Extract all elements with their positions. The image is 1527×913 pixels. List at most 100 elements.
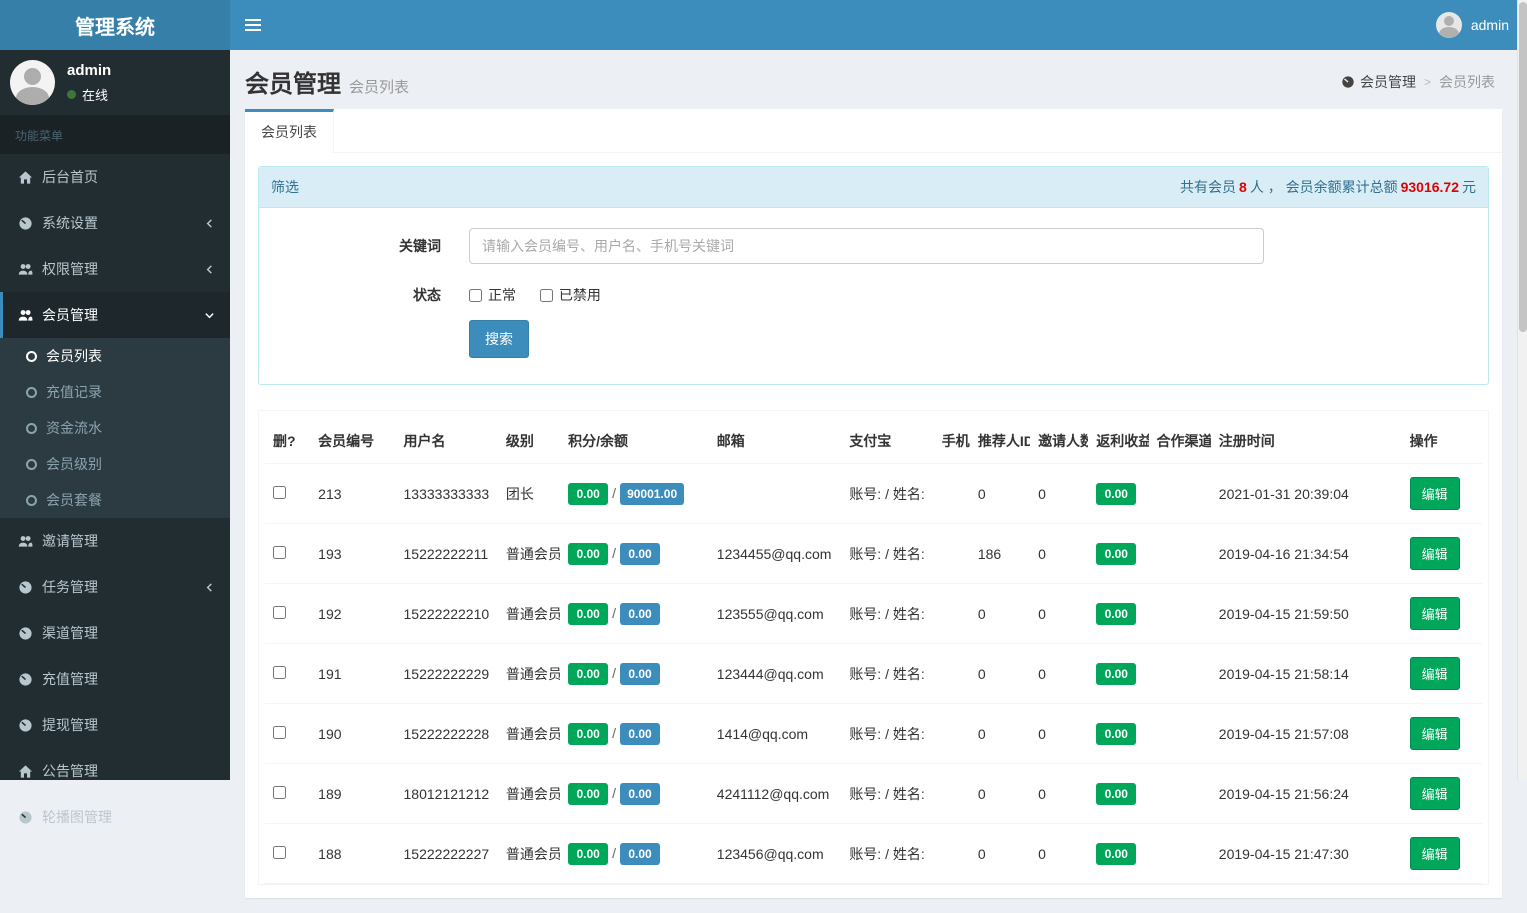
balance-badge: 90001.00 [620, 483, 684, 505]
submenu-item-fund-flow[interactable]: 资金流水 [0, 410, 230, 446]
chevron-left-icon [204, 218, 215, 229]
home-icon [18, 170, 33, 185]
member-id-cell: 193 [310, 524, 395, 584]
rebate-cell: 0.00 [1088, 644, 1148, 704]
member-summary: 共有会员8人 ， 会员余额累计总额93016.72元 [1180, 177, 1476, 197]
points-balance-cell: 0.00/0.00 [560, 704, 709, 764]
edit-button[interactable]: 编辑 [1410, 477, 1460, 510]
user-avatar [10, 60, 55, 105]
col-email: 邮箱 [709, 419, 842, 464]
phone-cell [934, 824, 970, 884]
submenu-item-recharge-records[interactable]: 充值记录 [0, 374, 230, 410]
points-badge: 0.00 [568, 663, 608, 685]
col-level: 级别 [498, 419, 560, 464]
sidebar-item-channels[interactable]: 渠道管理 [0, 610, 230, 656]
rebate-badge: 0.00 [1096, 783, 1136, 805]
balance-badge: 0.00 [620, 603, 660, 625]
channel-cell [1149, 824, 1211, 884]
row-checkbox[interactable] [273, 846, 286, 859]
edit-button[interactable]: 编辑 [1410, 657, 1460, 690]
search-button[interactable]: 搜索 [469, 320, 529, 358]
invite-count-cell: 0 [1030, 824, 1088, 884]
member-id-cell: 188 [310, 824, 395, 884]
channel-cell [1149, 584, 1211, 644]
sidebar-item-dashboard[interactable]: 后台首页 [0, 154, 230, 200]
tab-member-list[interactable]: 会员列表 [245, 109, 334, 153]
col-phone: 手机 [934, 419, 970, 464]
submenu-item-member-level[interactable]: 会员级别 [0, 446, 230, 482]
edit-button[interactable]: 编辑 [1410, 717, 1460, 750]
row-checkbox[interactable] [273, 666, 286, 679]
edit-button[interactable]: 编辑 [1410, 537, 1460, 570]
vertical-scrollbar[interactable] [1517, 0, 1527, 780]
edit-button[interactable]: 编辑 [1410, 777, 1460, 810]
invite-count-cell: 0 [1030, 584, 1088, 644]
sidebar-toggle-button[interactable] [230, 0, 276, 50]
member-table-box: 删? 会员编号 用户名 级别 积分/余额 邮箱 支付宝 手机 推荐人ID 邀请人… [258, 410, 1489, 885]
sidebar-menu-header: 功能菜单 [0, 115, 230, 154]
gauge-icon [18, 626, 33, 641]
channel-cell [1149, 464, 1211, 524]
online-status-icon [67, 90, 76, 99]
row-checkbox[interactable] [273, 486, 286, 499]
main-content: 会员管理会员列表 会员管理 > 会员列表 会员列表 筛选 共有会员8人 ， [230, 50, 1517, 913]
points-balance-cell: 0.00/0.00 [560, 644, 709, 704]
referrer-id-cell: 186 [970, 524, 1030, 584]
sidebar-item-system-settings[interactable]: 系统设置 [0, 200, 230, 246]
status-option-normal[interactable]: 正常 [469, 285, 516, 305]
sidebar-item-tasks[interactable]: 任务管理 [0, 564, 230, 610]
gauge-icon [18, 672, 33, 687]
edit-button[interactable]: 编辑 [1410, 837, 1460, 870]
username-cell: 18012121212 [396, 764, 498, 824]
navbar-user-menu[interactable]: admin [1436, 0, 1527, 50]
submenu-item-member-package[interactable]: 会员套餐 [0, 482, 230, 518]
chevron-left-icon [204, 582, 215, 593]
reg-time-cell: 2019-04-15 21:58:14 [1211, 644, 1402, 704]
channel-cell [1149, 524, 1211, 584]
table-row: 191 15222222229 普通会员 0.00/0.00 123444@qq… [265, 644, 1482, 704]
invite-count-cell: 0 [1030, 704, 1088, 764]
sidebar-user-panel: admin 在线 [0, 50, 230, 115]
row-checkbox[interactable] [273, 786, 286, 799]
points-badge: 0.00 [568, 783, 608, 805]
sidebar-item-invites[interactable]: 邀请管理 [0, 518, 230, 564]
submenu-item-member-list[interactable]: 会员列表 [0, 338, 230, 374]
sidebar-item-withdrawals[interactable]: 提现管理 [0, 702, 230, 748]
points-balance-cell: 0.00/0.00 [560, 584, 709, 644]
referrer-id-cell: 0 [970, 584, 1030, 644]
rebate-badge: 0.00 [1096, 843, 1136, 865]
email-cell: 1234455@qq.com [709, 524, 842, 584]
username-cell: 15222222229 [396, 644, 498, 704]
sidebar-item-members[interactable]: 会员管理 [0, 292, 230, 338]
chevron-down-icon [204, 310, 215, 321]
sidebar-item-permissions[interactable]: 权限管理 [0, 246, 230, 292]
edit-button[interactable]: 编辑 [1410, 597, 1460, 630]
sidebar-user-status: 在线 [82, 85, 108, 104]
status-checkbox-normal[interactable] [469, 289, 482, 302]
username-cell: 13333333333 [396, 464, 498, 524]
alipay-cell: 账号: / 姓名: [841, 644, 933, 704]
row-checkbox[interactable] [273, 726, 286, 739]
gauge-icon [1341, 75, 1355, 89]
status-label: 状态 [274, 284, 469, 306]
status-option-disabled[interactable]: 已禁用 [540, 285, 601, 305]
table-row: 188 15222222227 普通会员 0.00/0.00 123456@qq… [265, 824, 1482, 884]
table-body: 213 13333333333 团长 0.00/90001.00 账号: / 姓… [265, 464, 1482, 884]
sidebar-item-recharge[interactable]: 充值管理 [0, 656, 230, 702]
balance-badge: 0.00 [620, 783, 660, 805]
referrer-id-cell: 0 [970, 824, 1030, 884]
rebate-cell: 0.00 [1088, 584, 1148, 644]
status-checkbox-disabled[interactable] [540, 289, 553, 302]
row-checkbox[interactable] [273, 606, 286, 619]
keyword-input[interactable] [469, 228, 1264, 264]
referrer-id-cell: 0 [970, 644, 1030, 704]
row-checkbox[interactable] [273, 546, 286, 559]
balance-badge: 0.00 [620, 843, 660, 865]
scrollbar-thumb[interactable] [1519, 2, 1527, 332]
alipay-cell: 账号: / 姓名: [841, 584, 933, 644]
reg-time-cell: 2019-04-15 21:59:50 [1211, 584, 1402, 644]
reg-time-cell: 2019-04-15 21:56:24 [1211, 764, 1402, 824]
breadcrumb-parent[interactable]: 会员管理 [1341, 72, 1416, 92]
rebate-badge: 0.00 [1096, 603, 1136, 625]
rebate-cell: 0.00 [1088, 824, 1148, 884]
